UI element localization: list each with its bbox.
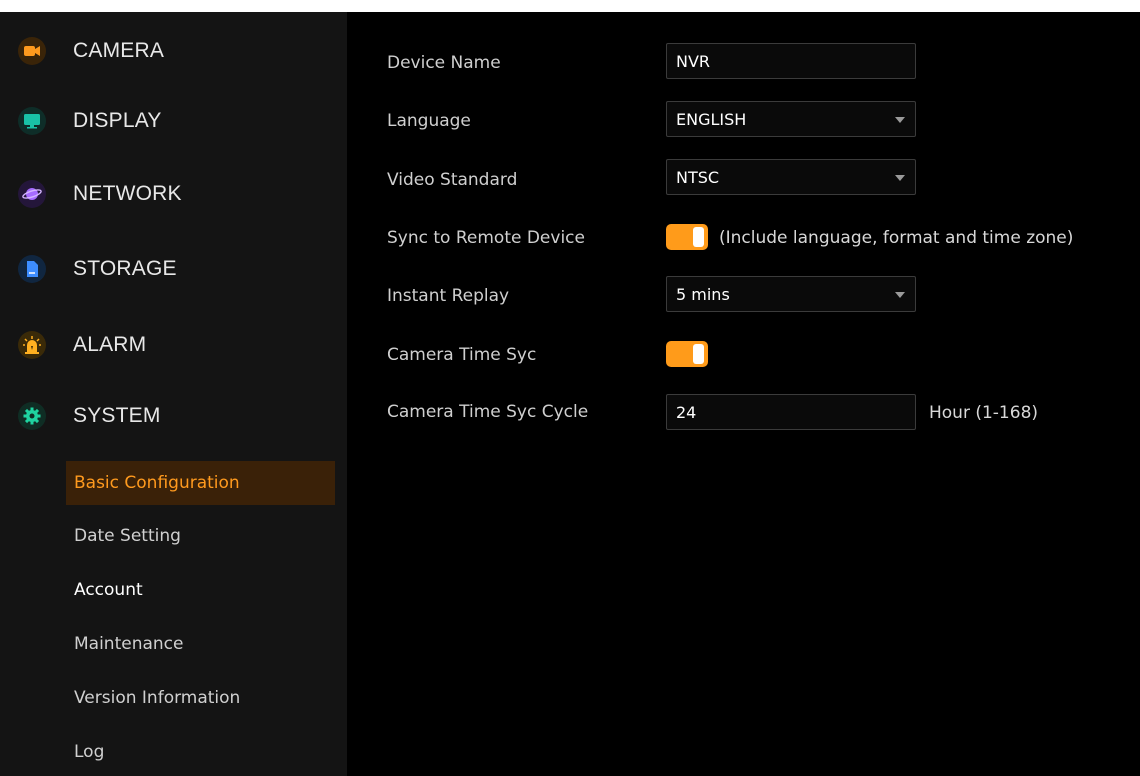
menu-label: DISPLAY bbox=[73, 109, 162, 132]
top-bar bbox=[0, 0, 1140, 12]
network-icon bbox=[18, 180, 46, 208]
chevron-down-icon bbox=[895, 117, 905, 123]
submenu-version-information[interactable]: Version Information bbox=[66, 676, 335, 720]
storage-icon bbox=[18, 255, 46, 283]
menu-label: ALARM bbox=[73, 333, 147, 356]
camera-icon bbox=[18, 37, 46, 65]
sync-remote-toggle[interactable] bbox=[666, 224, 708, 250]
menu-camera[interactable]: CAMERA bbox=[0, 21, 347, 81]
camera-time-sync-label: Camera Time Syc bbox=[387, 345, 537, 365]
chevron-down-icon bbox=[895, 292, 905, 298]
instant-replay-label: Instant Replay bbox=[387, 286, 510, 306]
camera-time-sync-toggle[interactable] bbox=[666, 341, 708, 367]
menu-storage[interactable]: STORAGE bbox=[0, 239, 347, 299]
sidebar: CAMERA DISPLAY NETWORK STORAGE ALARM SYS… bbox=[0, 12, 347, 776]
menu-display[interactable]: DISPLAY bbox=[0, 91, 347, 151]
language-select[interactable]: ENGLISH bbox=[666, 101, 916, 137]
submenu-basic-configuration[interactable]: Basic Configuration bbox=[66, 461, 335, 505]
camera-time-sync-cycle-label: Camera Time Syc Cycle bbox=[387, 402, 589, 422]
device-name-input[interactable]: NVR bbox=[666, 43, 916, 79]
video-standard-value: NTSC bbox=[676, 167, 720, 187]
menu-label: CAMERA bbox=[73, 39, 165, 62]
display-icon bbox=[18, 107, 46, 135]
alarm-icon bbox=[18, 331, 46, 359]
submenu-account[interactable]: Account bbox=[66, 568, 335, 612]
submenu-log[interactable]: Log bbox=[66, 730, 335, 774]
device-name-value: NVR bbox=[676, 51, 711, 71]
instant-replay-select[interactable]: 5 mins bbox=[666, 276, 916, 312]
chevron-down-icon bbox=[895, 175, 905, 181]
submenu-date-setting[interactable]: Date Setting bbox=[66, 514, 335, 558]
menu-network[interactable]: NETWORK bbox=[0, 164, 347, 224]
submenu-maintenance[interactable]: Maintenance bbox=[66, 622, 335, 666]
menu-system[interactable]: SYSTEM bbox=[0, 386, 347, 446]
camera-time-sync-cycle-input[interactable]: 24 bbox=[666, 394, 916, 430]
system-gear-icon bbox=[18, 402, 46, 430]
menu-label: NETWORK bbox=[73, 182, 182, 205]
basic-configuration-panel: Device Name NVR Language ENGLISH Video S… bbox=[347, 12, 1140, 776]
cycle-unit-label: Hour (1-168) bbox=[929, 403, 1039, 423]
toggle-knob bbox=[693, 344, 704, 364]
toggle-knob bbox=[693, 227, 704, 247]
instant-replay-value: 5 mins bbox=[676, 284, 730, 304]
video-standard-label: Video Standard bbox=[387, 170, 518, 190]
language-label: Language bbox=[387, 111, 471, 131]
sync-remote-label: Sync to Remote Device bbox=[387, 228, 585, 248]
menu-label: SYSTEM bbox=[73, 404, 161, 427]
sync-remote-note: (Include language, format and time zone) bbox=[719, 228, 1074, 248]
video-standard-select[interactable]: NTSC bbox=[666, 159, 916, 195]
camera-time-sync-cycle-value: 24 bbox=[676, 402, 697, 422]
language-value: ENGLISH bbox=[676, 109, 747, 129]
device-name-label: Device Name bbox=[387, 53, 501, 73]
menu-label: STORAGE bbox=[73, 257, 177, 280]
menu-alarm[interactable]: ALARM bbox=[0, 315, 347, 375]
